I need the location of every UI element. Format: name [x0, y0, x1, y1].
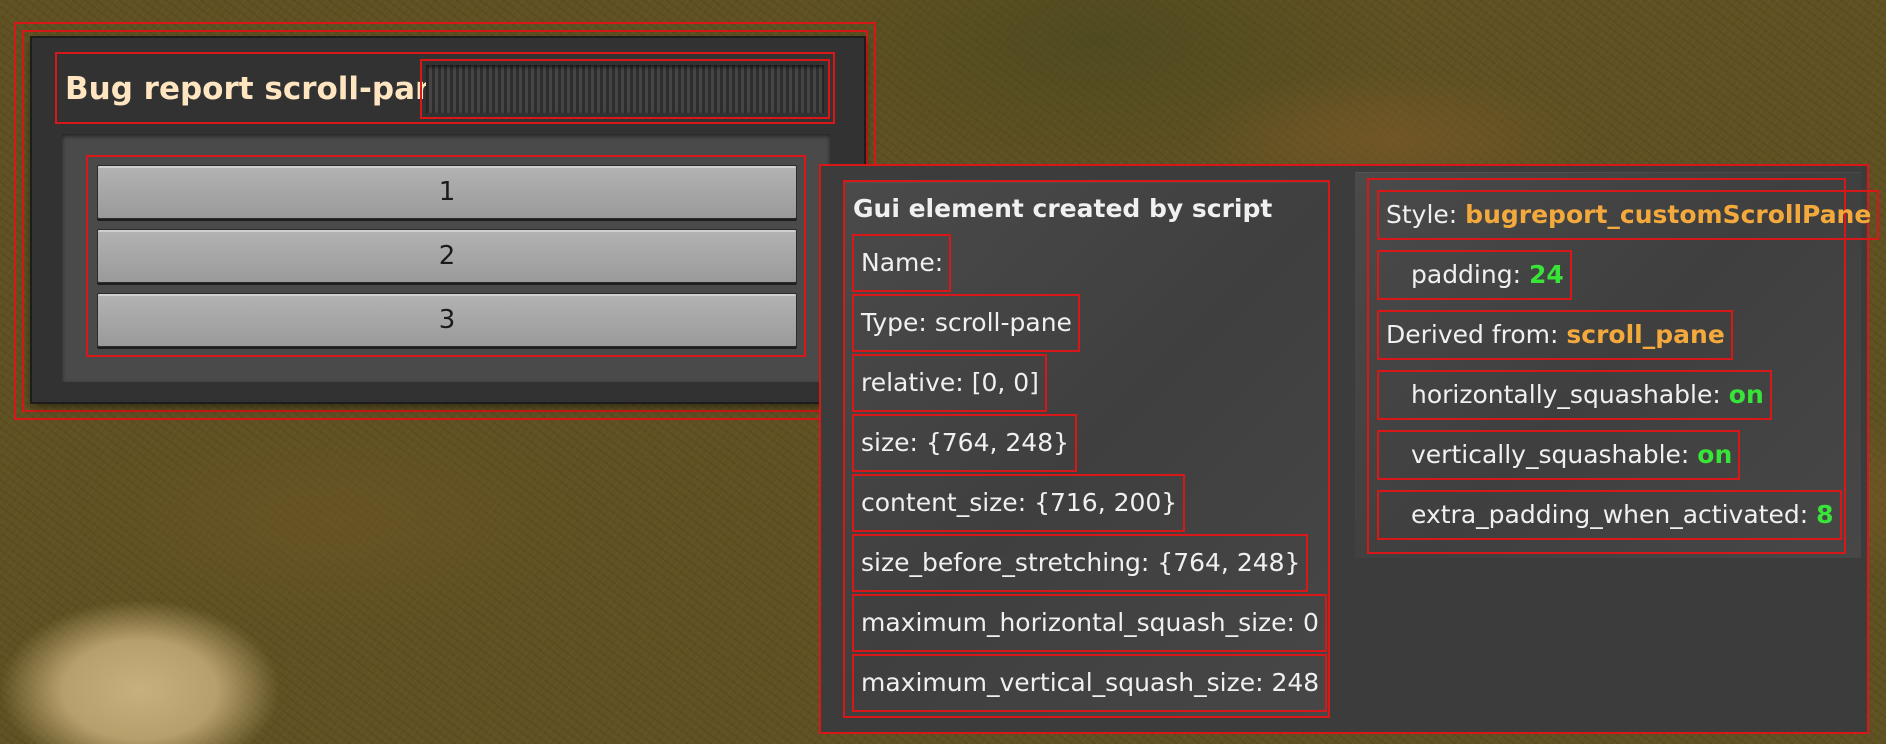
property-relative: relative: [0, 0]: [852, 354, 1047, 412]
property-key: size:: [861, 428, 918, 457]
property-value: 0: [1302, 608, 1319, 637]
hsq-row: horizontally_squashable: on: [1377, 370, 1772, 420]
property-key: Type:: [861, 308, 927, 337]
property-key: maximum_horizontal_squash_size:: [861, 608, 1295, 637]
property-key: Name:: [861, 248, 944, 277]
property-type: Type: scroll-pane: [852, 294, 1080, 352]
scroll-pane-content: 1 2 3: [86, 155, 806, 357]
padding-row: padding: 24: [1377, 250, 1572, 300]
style-panel-highlight: Style: bugreport_customScrollPane paddin…: [1367, 178, 1880, 554]
property-value: 248: [1271, 668, 1320, 697]
property-key: maximum_vertical_squash_size:: [861, 668, 1264, 697]
drag-handle-grip[interactable]: [426, 65, 824, 113]
hsq-label: horizontally_squashable:: [1411, 380, 1721, 409]
titlebar[interactable]: Bug report scroll-pane: [55, 52, 835, 124]
window-title: Bug report scroll-pane: [65, 71, 459, 107]
vsq-row: vertically_squashable: on: [1377, 430, 1741, 480]
derived-label: Derived from:: [1386, 320, 1559, 349]
property-value: {716, 200}: [1034, 488, 1178, 517]
extra-padding-row: extra_padding_when_activated: 8: [1377, 490, 1842, 540]
button-3[interactable]: 3: [97, 293, 797, 347]
property-key: relative:: [861, 368, 964, 397]
property-name: Name:: [852, 234, 952, 292]
button-1[interactable]: 1: [97, 165, 797, 219]
property-value: scroll-pane: [934, 308, 1072, 337]
inspector-heading: Gui element created by script: [853, 194, 1273, 223]
padding-value: 24: [1528, 260, 1564, 289]
property-key: size_before_stretching:: [861, 548, 1150, 577]
button-2[interactable]: 2: [97, 229, 797, 283]
property-max-horizontal-squash: maximum_horizontal_squash_size: 0: [852, 594, 1327, 652]
vsq-value: on: [1697, 440, 1733, 469]
property-value: {764, 248}: [925, 428, 1069, 457]
hsq-value: on: [1728, 380, 1764, 409]
property-value: {764, 248}: [1157, 548, 1301, 577]
style-row: Style: bugreport_customScrollPane: [1377, 190, 1880, 240]
property-value: [0, 0]: [971, 368, 1039, 397]
style-value: bugreport_customScrollPane: [1465, 200, 1872, 229]
properties-panel: Gui element created by script Name: Type…: [843, 180, 1330, 718]
style-label: Style:: [1386, 200, 1458, 229]
extra-label: extra_padding_when_activated:: [1411, 500, 1809, 529]
property-max-vertical-squash: maximum_vertical_squash_size: 248: [852, 654, 1328, 712]
property-size: size: {764, 248}: [852, 414, 1077, 472]
property-size-before-stretching: size_before_stretching: {764, 248}: [852, 534, 1309, 592]
extra-value: 8: [1816, 500, 1834, 529]
derived-row: Derived from: scroll_pane: [1377, 310, 1733, 360]
property-key: content_size:: [861, 488, 1027, 517]
vsq-label: vertically_squashable:: [1411, 440, 1690, 469]
derived-value: scroll_pane: [1566, 320, 1725, 349]
padding-label: padding:: [1411, 260, 1522, 289]
property-content-size: content_size: {716, 200}: [852, 474, 1186, 532]
drag-handle[interactable]: [420, 59, 830, 119]
